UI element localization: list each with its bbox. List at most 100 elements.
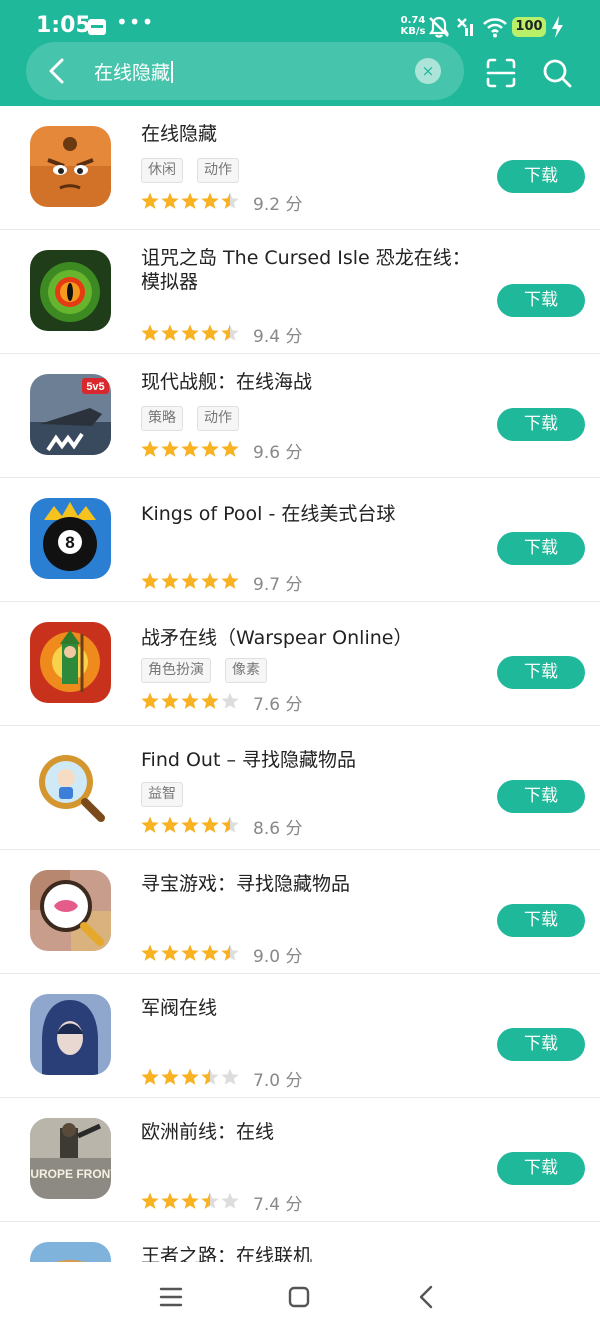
search-icon[interactable]: [540, 56, 574, 90]
status-time: 1:05: [36, 13, 91, 38]
star-empty-icon: [221, 1192, 239, 1209]
app-score: 7.6 分: [253, 695, 303, 715]
app-tag: 动作: [197, 158, 239, 183]
network-speed: 0.74 KB/s: [398, 15, 428, 37]
clear-search-button[interactable]: ×: [415, 58, 441, 84]
star-filled-icon: [181, 572, 199, 589]
search-bar[interactable]: [26, 42, 464, 100]
star-empty-icon: [221, 1068, 239, 1085]
app-tag: 益智: [141, 782, 183, 807]
star-rating-icon: [141, 192, 239, 209]
star-filled-icon: [161, 192, 179, 209]
star-filled-icon: [201, 440, 219, 457]
star-filled-icon: [141, 1068, 159, 1085]
app-tag: 动作: [197, 406, 239, 431]
download-button[interactable]: 下载: [497, 904, 585, 937]
app-row[interactable]: 5v5 现代战舰：在线海战 策略 动作 9.6 分 下载: [0, 354, 600, 478]
app-score: 7.0 分: [253, 1071, 303, 1091]
app-score: 9.6 分: [253, 443, 303, 463]
star-filled-icon: [161, 1192, 179, 1209]
app-icon[interactable]: 8: [30, 498, 111, 579]
app-row[interactable]: 王者之路：在线联机: [0, 1222, 600, 1262]
star-filled-icon: [201, 572, 219, 589]
star-filled-icon: [181, 324, 199, 341]
download-button[interactable]: 下载: [497, 284, 585, 317]
speed-unit: KB/s: [400, 26, 426, 37]
app-icon[interactable]: [30, 870, 111, 951]
icon-badge: 8: [65, 533, 74, 552]
star-rating-icon: [141, 440, 239, 457]
app-row[interactable]: 军阀在线 7.0 分 下载: [0, 974, 600, 1098]
star-filled-icon: [141, 692, 159, 709]
app-row[interactable]: 战矛在线（Warspear Online） 角色扮演 像素 7.6 分 下载: [0, 602, 600, 726]
star-filled-icon: [141, 192, 159, 209]
navigation-bar: [0, 1262, 600, 1333]
home-icon[interactable]: [286, 1284, 312, 1310]
app-icon[interactable]: [30, 126, 111, 207]
app-name[interactable]: Find Out – 寻找隐藏物品: [141, 748, 481, 772]
star-filled-icon: [181, 1192, 199, 1209]
app-name[interactable]: 欧洲前线：在线: [141, 1120, 481, 1144]
app-name[interactable]: 战矛在线（Warspear Online）: [141, 626, 481, 650]
icon-badge: EUROPE FRONT: [30, 1167, 111, 1181]
app-icon[interactable]: 5v5: [30, 374, 111, 455]
star-filled-icon: [141, 324, 159, 341]
calendar-icon: [88, 19, 106, 35]
download-button[interactable]: 下载: [497, 1028, 585, 1061]
star-filled-icon: [221, 440, 239, 457]
app-row[interactable]: EUROPE FRONT 欧洲前线：在线 7.4 分 下载: [0, 1098, 600, 1222]
app-row[interactable]: 在线隐藏 休闲 动作 9.2 分 下载: [0, 106, 600, 230]
star-filled-icon: [141, 816, 159, 833]
star-filled-icon: [161, 1068, 179, 1085]
back-icon[interactable]: [414, 1284, 440, 1310]
app-tags: 益智: [141, 782, 197, 808]
scan-icon[interactable]: [484, 56, 518, 90]
charging-icon: [552, 16, 563, 38]
app-name[interactable]: 诅咒之岛 The Cursed Isle 恐龙在线：模拟器: [141, 246, 481, 294]
app-tag: 像素: [225, 658, 267, 683]
menu-icon[interactable]: [158, 1284, 184, 1310]
star-filled-icon: [201, 692, 219, 709]
download-button[interactable]: 下载: [497, 780, 585, 813]
app-icon[interactable]: [30, 1242, 111, 1262]
star-filled-icon: [181, 692, 199, 709]
download-button[interactable]: 下载: [497, 160, 585, 193]
app-icon[interactable]: [30, 746, 111, 827]
download-button[interactable]: 下载: [497, 1152, 585, 1185]
app-score: 9.0 分: [253, 947, 303, 967]
star-rating-icon: [141, 692, 239, 709]
app-row[interactable]: 8 Kings of Pool - 在线美式台球 9.7 分 下载: [0, 478, 600, 602]
app-row[interactable]: Find Out – 寻找隐藏物品 益智 8.6 分 下载: [0, 726, 600, 850]
app-name[interactable]: 王者之路：在线联机: [141, 1244, 481, 1262]
star-rating-icon: [141, 1068, 239, 1085]
star-filled-icon: [181, 192, 199, 209]
speed-value: 0.74: [400, 15, 426, 26]
star-filled-icon: [141, 440, 159, 457]
app-icon[interactable]: [30, 994, 111, 1075]
star-filled-icon: [161, 944, 179, 961]
app-name[interactable]: Kings of Pool - 在线美式台球: [141, 502, 481, 526]
download-button[interactable]: 下载: [497, 532, 585, 565]
app-row[interactable]: 寻宝游戏：寻找隐藏物品 9.0 分 下载: [0, 850, 600, 974]
signal-off-icon: [457, 18, 473, 36]
app-icon[interactable]: EUROPE FRONT: [30, 1118, 111, 1199]
app-score: 7.4 分: [253, 1195, 303, 1215]
app-name[interactable]: 在线隐藏: [141, 122, 481, 146]
app-row[interactable]: 诅咒之岛 The Cursed Isle 恐龙在线：模拟器 9.4 分 下载: [0, 230, 600, 354]
app-icon[interactable]: [30, 622, 111, 703]
star-filled-icon: [221, 572, 239, 589]
star-filled-icon: [201, 944, 219, 961]
star-filled-icon: [161, 692, 179, 709]
search-input[interactable]: 在线隐藏: [94, 58, 174, 85]
app-name[interactable]: 军阀在线: [141, 996, 481, 1020]
app-tag: 角色扮演: [141, 658, 211, 683]
back-icon[interactable]: [40, 52, 76, 90]
app-icon[interactable]: [30, 250, 111, 331]
app-name[interactable]: 寻宝游戏：寻找隐藏物品: [141, 872, 481, 896]
star-filled-icon: [201, 192, 219, 209]
download-button[interactable]: 下载: [497, 408, 585, 441]
star-filled-icon: [161, 440, 179, 457]
download-button[interactable]: 下载: [497, 656, 585, 689]
search-results-list[interactable]: 在线隐藏 休闲 动作 9.2 分 下载 诅咒之岛 The Cursed Isle …: [0, 106, 600, 1262]
app-name[interactable]: 现代战舰：在线海战: [141, 370, 481, 394]
